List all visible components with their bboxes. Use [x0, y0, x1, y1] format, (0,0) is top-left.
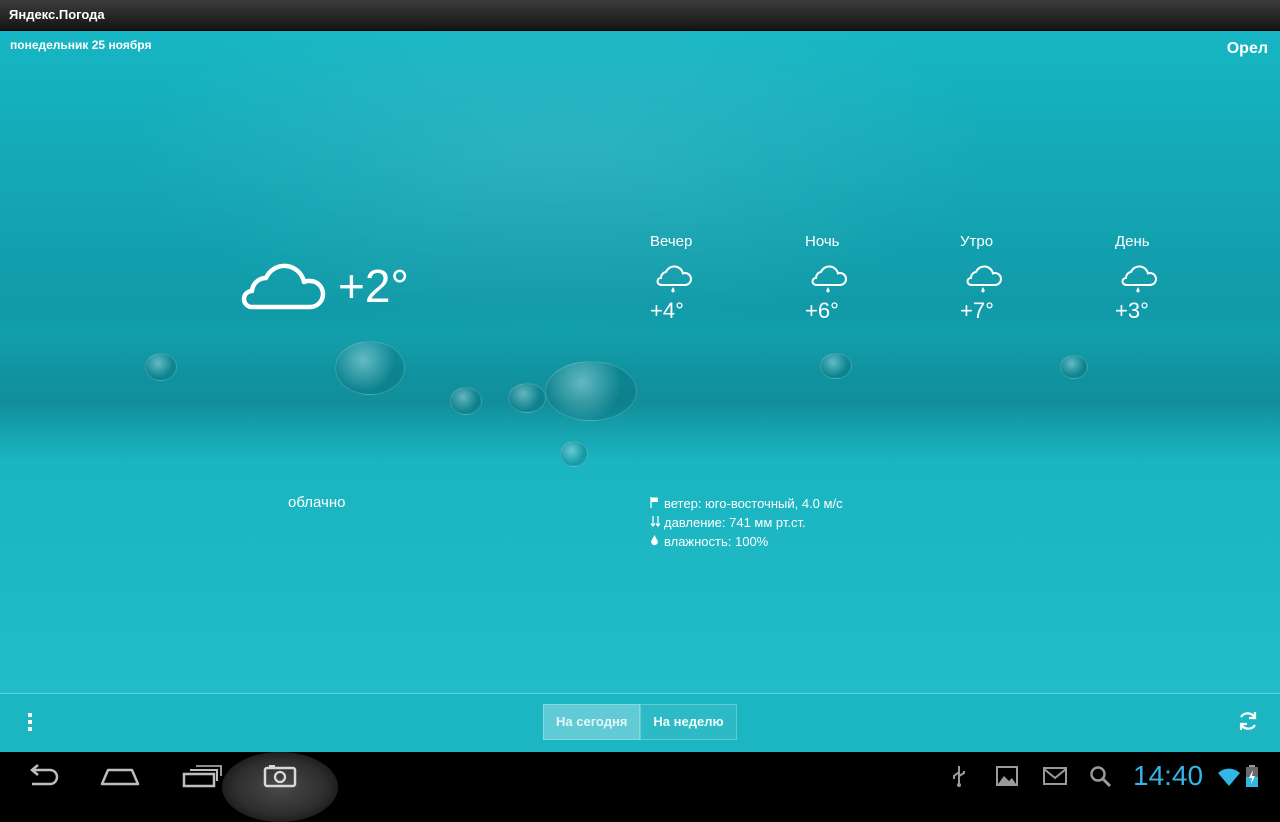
tab-today[interactable]: На сегодня — [543, 704, 641, 740]
flag-icon — [650, 496, 664, 511]
forecast-night: Ночь +6° — [805, 233, 885, 324]
forecast-temperature: +3° — [1115, 298, 1149, 323]
app-titlebar: Яндекс.Погода — [0, 0, 1280, 31]
wifi-icon — [1218, 768, 1240, 786]
water-bubble — [545, 361, 637, 421]
water-bubble — [508, 383, 546, 413]
wind-row: ветер: юго-восточный, 4.0 м/с — [650, 494, 843, 513]
recent-apps-icon[interactable] — [180, 760, 224, 792]
cloud-drizzle-icon — [1121, 265, 1157, 293]
forecast-label: Вечер — [650, 233, 693, 250]
current-temperature: +2° — [338, 260, 409, 312]
water-background — [0, 331, 1280, 461]
wind-text: ветер: юго-восточный, 4.0 м/с — [664, 496, 843, 511]
forecast-day: День +3° — [1115, 233, 1195, 324]
current-date: понедельник 25 ноября — [10, 38, 152, 52]
system-clock[interactable]: 14:40 — [1133, 760, 1203, 792]
gallery-icon — [996, 766, 1018, 786]
forecast-temperature: +7° — [960, 298, 994, 323]
action-bar: На сегодня На неделю — [0, 693, 1280, 753]
cloud-drizzle-icon — [656, 265, 692, 293]
home-icon[interactable] — [98, 760, 142, 792]
pressure-arrows-icon — [650, 515, 664, 530]
cloud-drizzle-icon — [966, 265, 1002, 293]
current-condition: облачно — [288, 494, 346, 511]
tab-week[interactable]: На неделю — [640, 704, 737, 740]
forecast-label: Утро — [960, 233, 994, 250]
forecast-label: Ночь — [805, 233, 840, 250]
screenshot-camera-icon[interactable] — [258, 760, 302, 792]
water-bubble — [450, 387, 482, 415]
cloud-drizzle-icon — [811, 265, 847, 293]
pressure-row: давление: 741 мм рт.ст. — [650, 513, 843, 532]
forecast-temperature: +4° — [650, 298, 684, 323]
back-icon[interactable] — [20, 760, 64, 792]
water-bubble — [560, 441, 588, 467]
water-bubble — [145, 353, 177, 381]
usb-icon — [953, 766, 965, 787]
water-bubble — [1060, 355, 1088, 379]
humidity-row: влажность: 100% — [650, 532, 843, 551]
pressure-text: давление: 741 мм рт.ст. — [664, 515, 806, 530]
refresh-icon[interactable] — [1236, 709, 1260, 733]
app-title: Яндекс.Погода — [9, 7, 105, 22]
city-name[interactable]: Орел — [1227, 40, 1268, 58]
droplet-icon — [650, 534, 664, 549]
period-tabs: На сегодня На неделю — [543, 704, 737, 740]
system-navbar: 14:40 — [0, 752, 1280, 822]
water-bubble — [335, 341, 405, 395]
battery-charging-icon — [1246, 765, 1258, 787]
forecast-morning: Утро +7° — [960, 233, 1040, 324]
water-bubble — [820, 353, 852, 379]
forecast-label: День — [1115, 233, 1150, 250]
humidity-text: влажность: 100% — [664, 534, 769, 549]
overflow-menu-icon[interactable] — [22, 711, 38, 733]
weather-details: ветер: юго-восточный, 4.0 м/с давление: … — [650, 494, 843, 551]
forecast-temperature: +6° — [805, 298, 839, 323]
cloud-icon — [241, 263, 326, 310]
forecast-evening: Вечер +4° — [650, 233, 730, 324]
search-icon — [1090, 766, 1112, 788]
weather-main: понедельник 25 ноября Орел +2° облачно В… — [0, 31, 1280, 693]
mail-icon — [1043, 767, 1067, 785]
